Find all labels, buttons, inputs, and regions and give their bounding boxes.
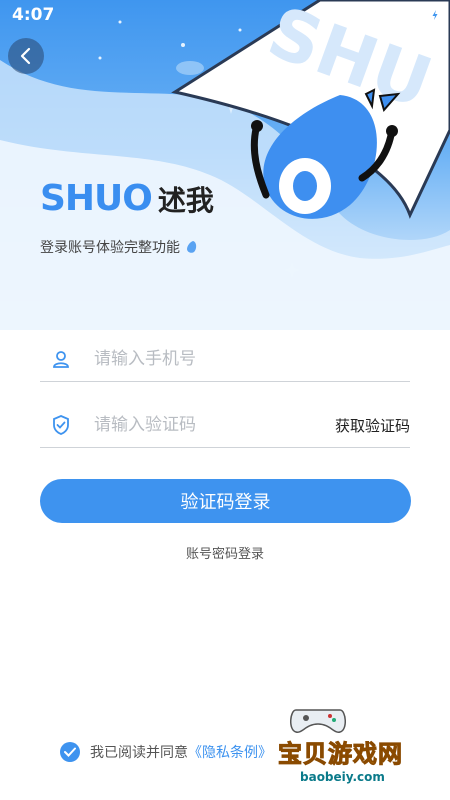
header-illustration: SHU <box>0 0 450 330</box>
logo-english: SHUO <box>40 178 153 219</box>
chevron-left-icon <box>20 47 31 65</box>
code-input[interactable] <box>94 415 335 435</box>
phone-field[interactable] <box>40 337 410 382</box>
phone-input[interactable] <box>94 349 410 369</box>
status-bar: 4:07 <box>0 0 450 30</box>
agreement-checkbox[interactable] <box>60 742 80 762</box>
shield-icon <box>50 414 72 436</box>
subtitle-text: 登录账号体验完整功能 <box>40 240 180 256</box>
password-login-link[interactable]: 账号密码登录 <box>0 543 450 562</box>
blob-icon <box>187 241 197 253</box>
checkmark-icon <box>64 747 76 757</box>
status-icons <box>382 6 440 22</box>
wifi-icon <box>382 7 400 20</box>
watermark: 宝贝游戏网 baobeiy.com <box>248 700 428 790</box>
back-button[interactable] <box>8 38 44 74</box>
agreement-text: 我已阅读并同意 <box>90 745 188 761</box>
watermark-text: 宝贝游戏网 <box>278 740 403 769</box>
code-field[interactable]: 获取验证码 <box>40 403 410 448</box>
status-time: 4:07 <box>12 5 55 25</box>
subtitle: 登录账号体验完整功能 <box>40 237 198 257</box>
code-login-button[interactable]: 验证码登录 <box>40 479 411 523</box>
agreement-row: 我已阅读并同意 《隐私条例》 <box>60 742 272 762</box>
watermark-url: baobeiy.com <box>300 770 385 784</box>
signal-icon <box>408 7 422 21</box>
header-background: SHU <box>0 0 450 330</box>
get-code-button[interactable]: 获取验证码 <box>335 415 410 436</box>
user-icon <box>50 348 72 370</box>
logo-chinese: 述我 <box>157 183 214 217</box>
app-logo: SHUO 述我 <box>40 178 214 219</box>
battery-charging-icon <box>430 6 440 22</box>
